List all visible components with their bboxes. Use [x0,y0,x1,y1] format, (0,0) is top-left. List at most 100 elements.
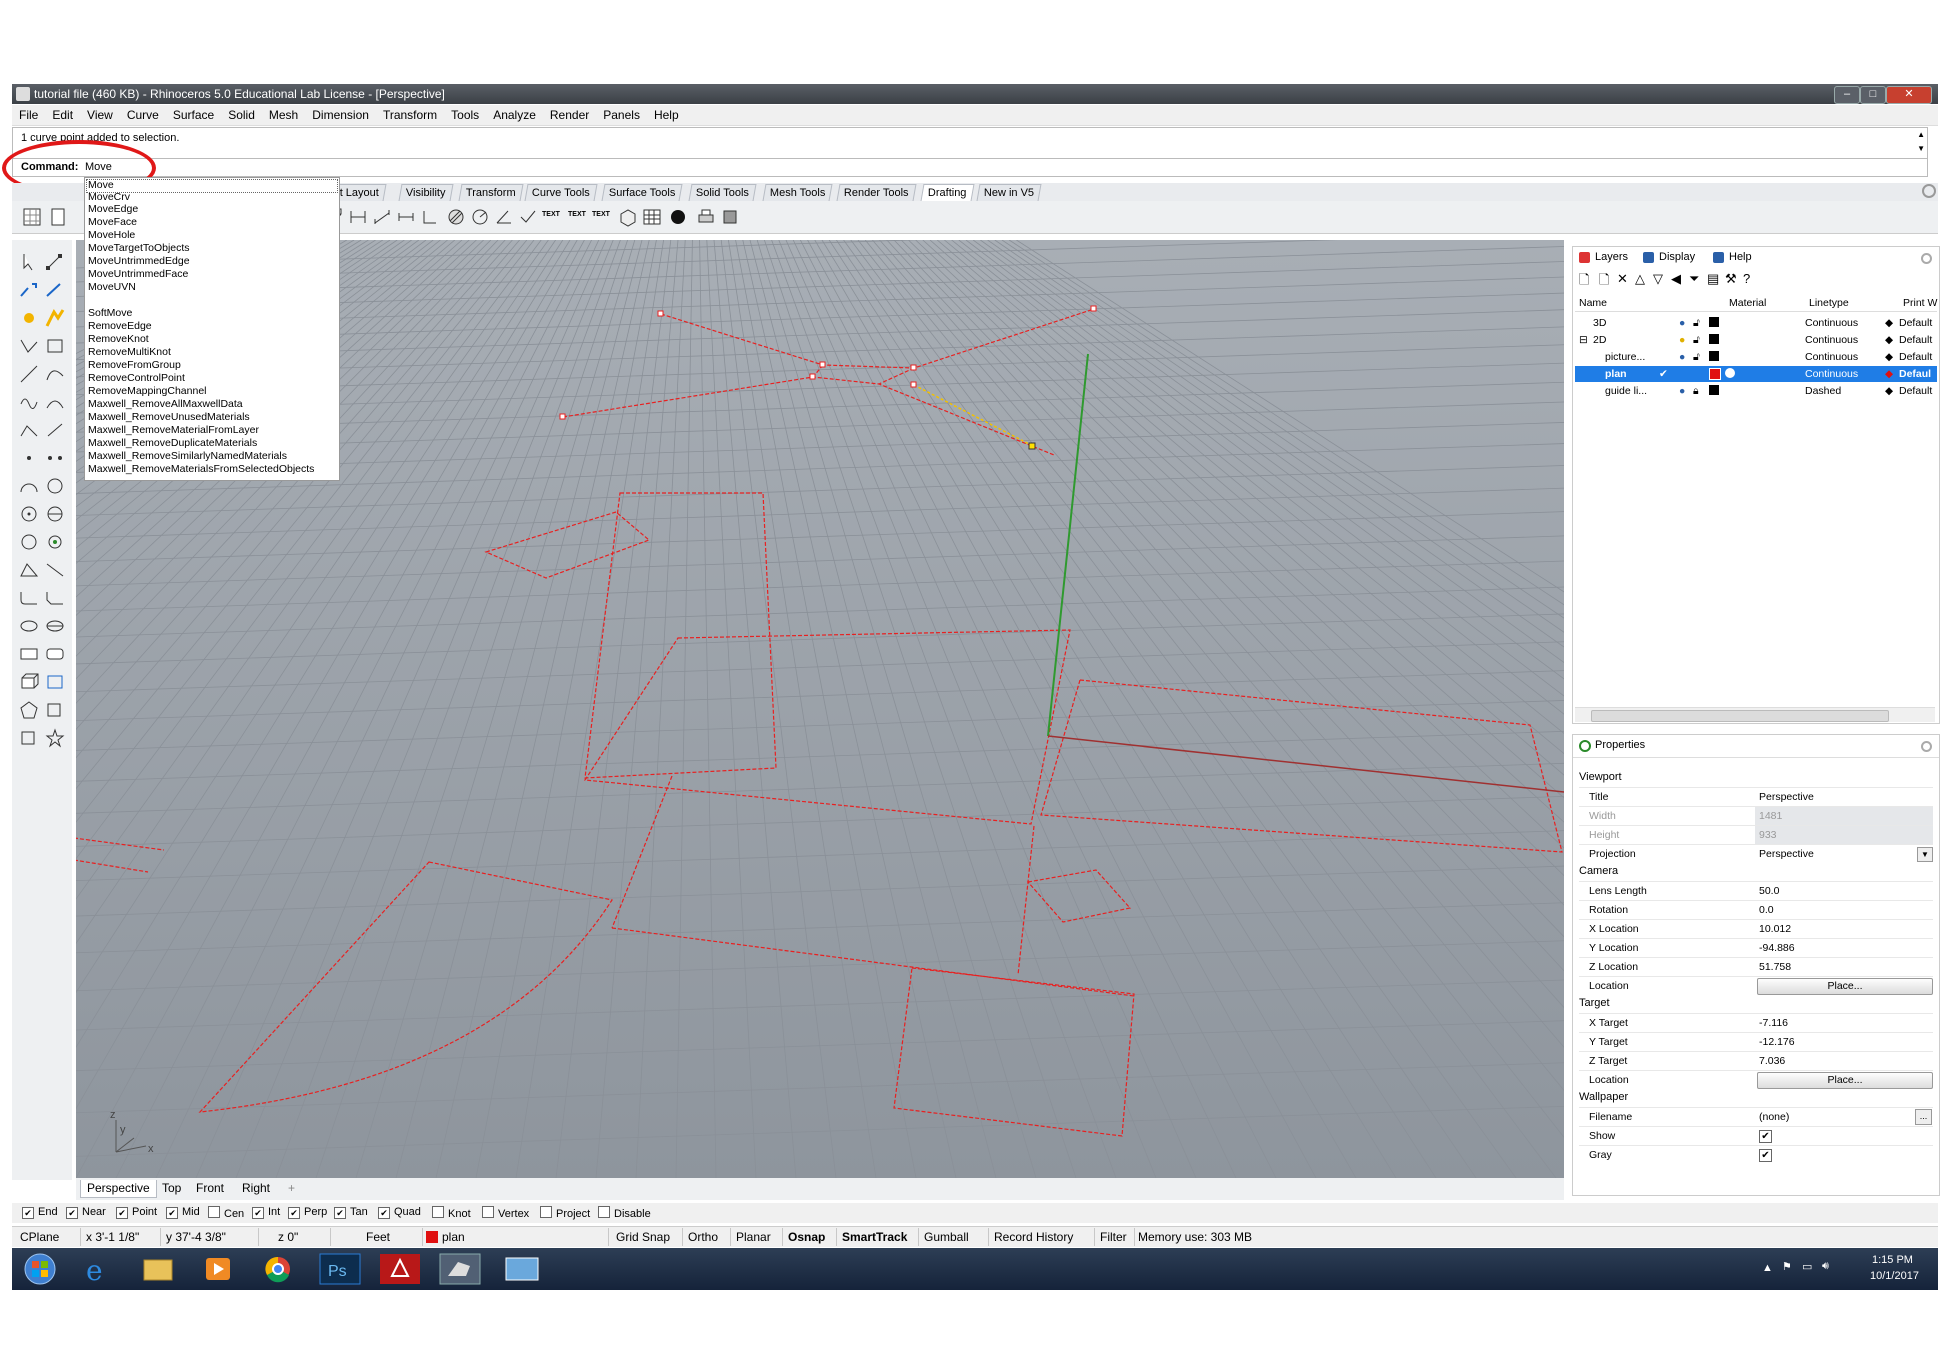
ellipse-icon[interactable] [18,616,40,636]
menu-help[interactable]: Help [647,105,686,122]
minimize-button[interactable]: – [1834,86,1860,104]
help-icon[interactable]: ? [1743,271,1750,286]
show-checkbox[interactable]: ✔ [1759,1130,1772,1143]
osnap-point[interactable]: ✔ Point [116,1206,157,1219]
picture-viewer-icon[interactable] [498,1252,546,1286]
autocomplete-item[interactable]: SoftMove [88,307,132,319]
layer-color-swatch[interactable] [426,1231,438,1243]
clock-time[interactable]: 1:15 PM [1872,1254,1913,1266]
tray-network-icon[interactable]: ▭ [1802,1260,1812,1273]
osnap-int[interactable]: ✔ Int [252,1206,280,1219]
column-linetype[interactable]: Linetype [1809,297,1849,309]
snap-icon[interactable] [44,308,66,328]
hatch-pattern-icon[interactable] [446,207,466,227]
layout-icon[interactable] [720,207,740,227]
panel-gear-icon[interactable] [1921,253,1932,264]
osnap-end[interactable]: ✔ End [22,1206,58,1219]
circle-icon[interactable] [44,476,66,496]
osnap-near[interactable]: ✔ Near [66,1206,106,1219]
selected-control-point[interactable] [1028,442,1036,450]
bulb-icon[interactable]: ● [1679,317,1685,329]
tab-transform[interactable]: Transform [458,184,524,201]
collapse-icon[interactable]: ⊟ [1579,334,1588,346]
record-history-toggle[interactable]: Record History [994,1230,1073,1244]
layer-color-swatch[interactable] [1709,385,1719,395]
column-print-width[interactable]: Print W [1903,297,1937,309]
photoshop-icon[interactable]: Ps [316,1252,364,1286]
chamfer-icon[interactable] [44,588,66,608]
menu-transform[interactable]: Transform [376,105,444,122]
copy-icon[interactable] [44,280,66,300]
point-icon[interactable] [18,448,40,468]
autocomplete-item[interactable]: Maxwell_RemoveSimilarlyNamedMaterials [88,450,287,462]
tab-perspective[interactable]: Perspective [80,1180,157,1198]
status-layer[interactable]: plan [442,1230,465,1244]
ortho-toggle[interactable]: Ortho [688,1230,718,1244]
osnap-vertex[interactable]: Vertex [482,1206,529,1220]
text-style-icon[interactable]: TEXT [542,211,562,231]
autocomplete-item[interactable]: RemoveEdge [88,320,152,332]
rhino-app-taskbar-icon[interactable] [436,1252,484,1286]
status-cplane[interactable]: CPlane [20,1230,59,1244]
command-line[interactable]: Command: Move [12,158,1928,177]
browse-button[interactable]: ... [1915,1109,1932,1125]
tab-top[interactable]: Top [156,1180,187,1197]
autocomplete-item[interactable]: MoveTargetToObjects [88,242,190,254]
tab-new-in-v5[interactable]: New in V5 [976,184,1042,201]
ordinate-dimension-icon[interactable] [420,207,440,227]
linear-dimension-icon[interactable] [348,207,368,227]
polygon-icon[interactable] [18,700,40,720]
column-material[interactable]: Material [1729,297,1766,309]
aligned-dimension-icon[interactable] [372,207,392,227]
polyline-segment-icon[interactable] [18,420,40,440]
gumball-toggle[interactable]: Gumball [924,1230,969,1244]
rectangle-corner-icon[interactable] [44,336,66,356]
square-icon[interactable] [18,728,40,748]
layer-row-selected[interactable]: plan ✔ Continuous ◆ Defaul [1575,366,1937,382]
move-down-icon[interactable]: ▽ [1653,271,1663,287]
box-icon[interactable] [18,672,40,692]
current-layer-check-icon[interactable]: ✔ [1659,368,1668,380]
autocomplete-item[interactable]: RemoveKnot [88,333,149,345]
unlock-icon[interactable]: 🔓︎ [1693,334,1700,347]
prop-z-target[interactable]: Z Target 7.036 [1579,1051,1933,1070]
menu-dimension[interactable]: Dimension [305,105,376,122]
osnap-cen[interactable]: Cen [208,1206,244,1220]
prop-lens-length[interactable]: Lens Length 50.0 [1579,881,1933,900]
prop-y-location[interactable]: Y Location -94.886 [1579,938,1933,957]
osnap-knot[interactable]: Knot [432,1206,471,1220]
bulb-icon[interactable]: ● [1679,351,1685,363]
rectangle-icon[interactable] [18,644,40,664]
prop-z-location[interactable]: Z Location 51.758 [1579,957,1933,976]
filter-icon[interactable]: ⏷ [1689,271,1699,287]
tab-render-tools[interactable]: Render Tools [836,184,917,201]
layer-document-icon[interactable]: ▤ [1707,271,1719,287]
prop-x-location[interactable]: X Location 10.012 [1579,919,1933,938]
polyline-icon[interactable] [18,336,40,356]
autocomplete-item[interactable]: MoveUntrimmedFace [88,268,188,280]
internet-explorer-icon[interactable]: e [74,1252,122,1286]
autocomplete-item[interactable]: Maxwell_RemoveMaterialFromLayer [88,424,259,436]
sun-icon[interactable] [18,308,40,328]
prop-title[interactable]: Title Perspective [1579,787,1933,806]
rotated-dimension-icon[interactable] [396,207,416,227]
angle-dimension-icon[interactable] [494,207,514,227]
clock-date[interactable]: 10/1/2017 [1870,1270,1919,1282]
menu-file[interactable]: File [12,105,45,122]
move-up-icon[interactable]: △ [1635,271,1645,287]
prop-rotation[interactable]: Rotation 0.0 [1579,900,1933,919]
media-player-icon[interactable] [194,1252,242,1286]
close-button[interactable]: ✕ [1886,86,1932,104]
circle-tangent-icon[interactable] [44,532,66,552]
bulb-icon[interactable]: ● [1679,334,1685,346]
menu-curve[interactable]: Curve [120,105,166,122]
panel-tab-properties[interactable]: Properties [1577,737,1645,754]
horizontal-scrollbar[interactable] [1575,707,1935,722]
start-button-icon[interactable] [16,1252,64,1286]
maximize-button[interactable]: □ [1860,86,1886,104]
tab-mesh-tools[interactable]: Mesh Tools [762,184,833,201]
radial-dimension-icon[interactable] [470,207,490,227]
dropdown-arrow-icon[interactable]: ▼ [1917,847,1933,862]
layer-row[interactable]: picture... ● 🔓︎ Continuous ◆ Default [1575,349,1937,365]
panel-tab-display[interactable]: Display [1641,249,1695,266]
